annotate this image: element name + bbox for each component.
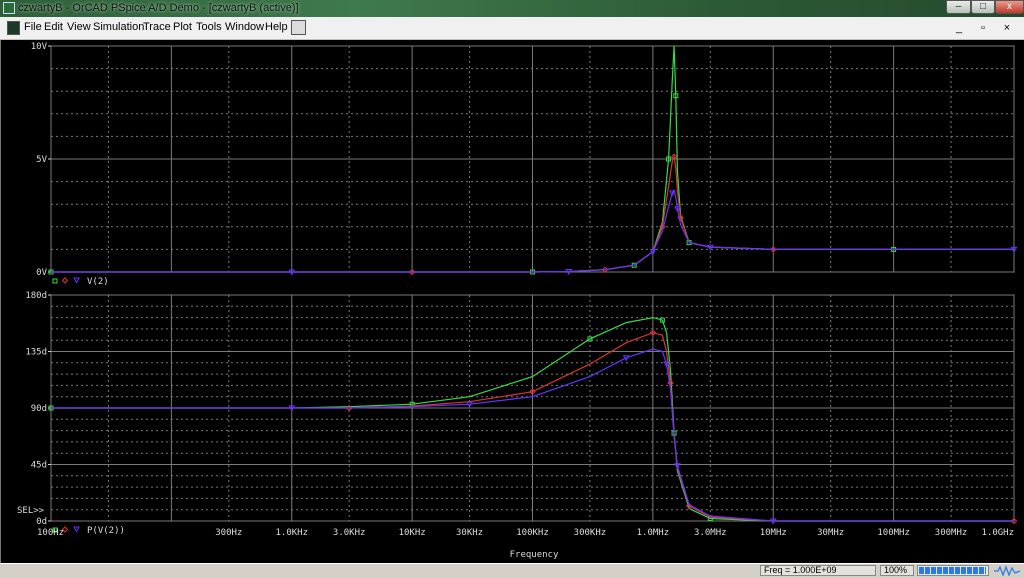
x-tick-label: 10MHz <box>760 528 787 538</box>
phase-legend-marker-blue <box>73 526 80 533</box>
x-tick-label: 100KHz <box>516 528 549 538</box>
sel-marker: SEL>> <box>17 506 45 516</box>
waveform-icon <box>993 565 1021 577</box>
pspice-app-icon <box>3 2 15 14</box>
phase-y-tick-label: 180d <box>25 291 47 301</box>
probe-plot-canvas: 10V 5V 0V V(2) 180d 135d 90d 45d 0d P(V(2)) SEL>> 1… <box>17 42 1018 560</box>
status-bar: Freq = 1.000E+09 100% <box>0 563 1024 577</box>
close-icon: x <box>1007 1 1012 12</box>
x-tick-label: 10KHz <box>399 528 426 538</box>
menu-help[interactable]: Help <box>265 21 288 33</box>
mdi-minimize-button[interactable]: _ <box>950 21 968 35</box>
x-tick-label: 100MHz <box>877 528 910 538</box>
menu-plot[interactable]: Plot <box>173 21 192 33</box>
menu-simulation[interactable]: Simulation <box>93 21 144 33</box>
magnitude-legend-label: V(2) <box>87 277 109 287</box>
x-tick-label: 3.0MHz <box>694 528 727 538</box>
x-axis-title: Frequency <box>510 550 559 560</box>
magnitude-legend-marker-green <box>52 278 58 284</box>
x-tick-label: 300MHz <box>935 528 968 538</box>
mdi-restore-button[interactable]: ▫ <box>974 21 992 35</box>
menu-file[interactable]: File <box>24 21 42 33</box>
x-tick-label: 300Hz <box>215 528 242 538</box>
phase-y-tick-label: 90d <box>31 404 47 414</box>
x-tick-label: 100Hz <box>37 528 64 538</box>
x-tick-label: 300KHz <box>574 528 607 538</box>
menu-view[interactable]: View <box>67 21 91 33</box>
window-title: czwartyB - OrCAD PSpice A/D Demo - [czwa… <box>18 2 299 14</box>
x-tick-label: 1.0MHz <box>637 528 670 538</box>
x-tick-label: 3.0KHz <box>333 528 366 538</box>
freq-readout: Freq = 1.000E+09 <box>760 565 876 576</box>
x-tick-label: 30KHz <box>456 528 483 538</box>
maximize-icon: □ <box>979 1 987 12</box>
phase-y-tick-label: 135d <box>25 348 47 358</box>
document-icon[interactable] <box>7 21 20 35</box>
probe-plot-window[interactable]: 10V 5V 0V V(2) 180d 135d 90d 45d 0d P(V(2)) SEL>> 1… <box>0 40 1024 563</box>
x-tick-label: 1.0GHz <box>981 528 1014 538</box>
magnitude-y-tick-label: 5V <box>36 155 47 165</box>
title-bar: czwartyB - OrCAD PSpice A/D Demo - [czwa… <box>0 0 1024 17</box>
probe-toolbar-icon[interactable] <box>291 20 306 35</box>
phase-legend-label: P(V(2)) <box>87 526 125 536</box>
magnitude-legend-marker-blue <box>73 277 80 284</box>
window-minimize-button[interactable]: – <box>946 0 971 14</box>
x-tick-label: 1.0KHz <box>275 528 308 538</box>
progress-fill <box>919 567 986 574</box>
zoom-readout: 100% <box>880 565 914 576</box>
menu-trace[interactable]: Trace <box>143 21 171 33</box>
mdi-close-button[interactable]: × <box>998 21 1016 35</box>
simulation-progress-bar <box>917 565 989 576</box>
menu-edit[interactable]: Edit <box>44 21 63 33</box>
phase-y-tick-label: 0d <box>36 517 47 527</box>
menu-tools[interactable]: Tools <box>196 21 222 33</box>
window-close-button[interactable]: x <box>995 0 1024 14</box>
menu-window[interactable]: Window <box>225 21 264 33</box>
phase-y-tick-label: 45d <box>31 461 47 471</box>
minimize-icon: – <box>955 1 962 12</box>
menu-bar: File Edit View Simulation Trace Plot Too… <box>0 17 1024 40</box>
window-maximize-button[interactable]: □ <box>971 0 995 14</box>
magnitude-legend-marker-red <box>61 277 69 284</box>
magnitude-y-tick-label: 0V <box>36 268 47 278</box>
x-tick-label: 30MHz <box>817 528 844 538</box>
magnitude-y-tick-label: 10V <box>31 42 48 52</box>
